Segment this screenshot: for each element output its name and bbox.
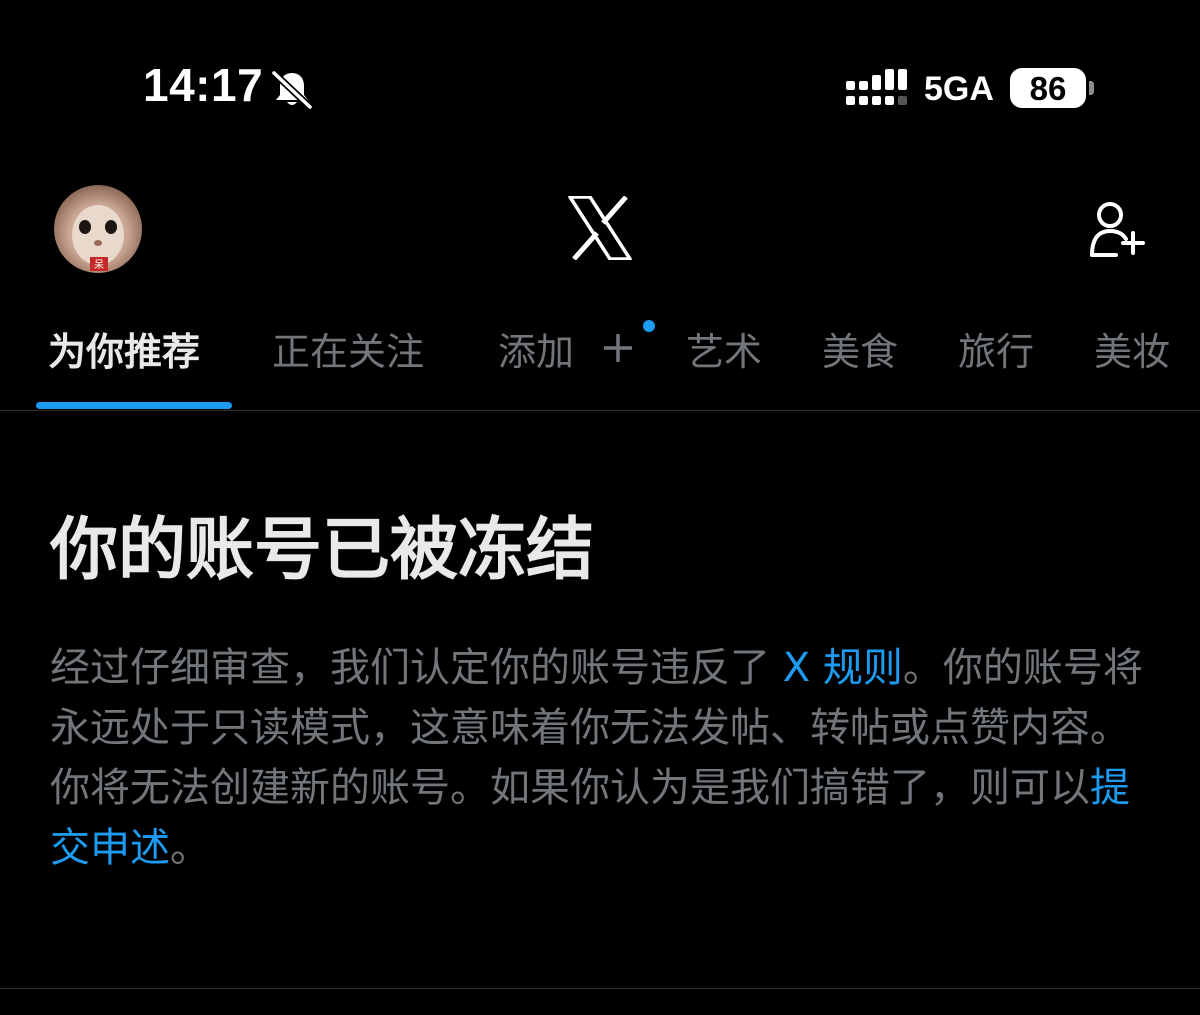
signal-icon: [846, 69, 908, 113]
tab-for-you[interactable]: 为你推荐: [48, 328, 200, 376]
active-tab-indicator: [36, 402, 232, 409]
battery-level: 86: [1029, 69, 1067, 107]
tab-beauty[interactable]: 美妆: [1094, 328, 1170, 376]
tab-bar: 为你推荐 正在关注 添加 艺术 美食 旅行 美妆: [0, 318, 1200, 411]
network-label: 5GA: [924, 70, 994, 108]
x-rules-link[interactable]: X 规则: [783, 645, 903, 691]
add-user-icon[interactable]: [1090, 200, 1146, 262]
divider: [0, 988, 1200, 989]
tab-add[interactable]: 添加: [498, 328, 574, 376]
avatar[interactable]: 呆: [54, 185, 142, 273]
bell-off-icon: [270, 69, 314, 113]
avatar-badge-text: 呆: [94, 259, 104, 271]
tab-food[interactable]: 美食: [822, 328, 898, 376]
status-time: 14:17: [143, 59, 264, 111]
battery-indicator: 86: [1010, 68, 1086, 108]
frozen-notice-body: 经过仔细审查，我们认定你的账号违反了 X 规则。你的账号将永远处于只读模式，这意…: [50, 638, 1150, 878]
tab-following[interactable]: 正在关注: [272, 328, 424, 376]
notice-text-3: 。: [170, 825, 210, 871]
notice-text-1: 经过仔细审查，我们认定你的账号违反了: [50, 645, 783, 691]
plus-icon[interactable]: [602, 332, 634, 368]
new-indicator-dot: [643, 320, 655, 332]
tab-art[interactable]: 艺术: [686, 328, 762, 376]
frozen-title: 你的账号已被冻结: [50, 511, 595, 590]
tab-travel[interactable]: 旅行: [958, 328, 1034, 376]
battery-cap: [1089, 81, 1094, 95]
x-logo-icon: [568, 195, 632, 264]
